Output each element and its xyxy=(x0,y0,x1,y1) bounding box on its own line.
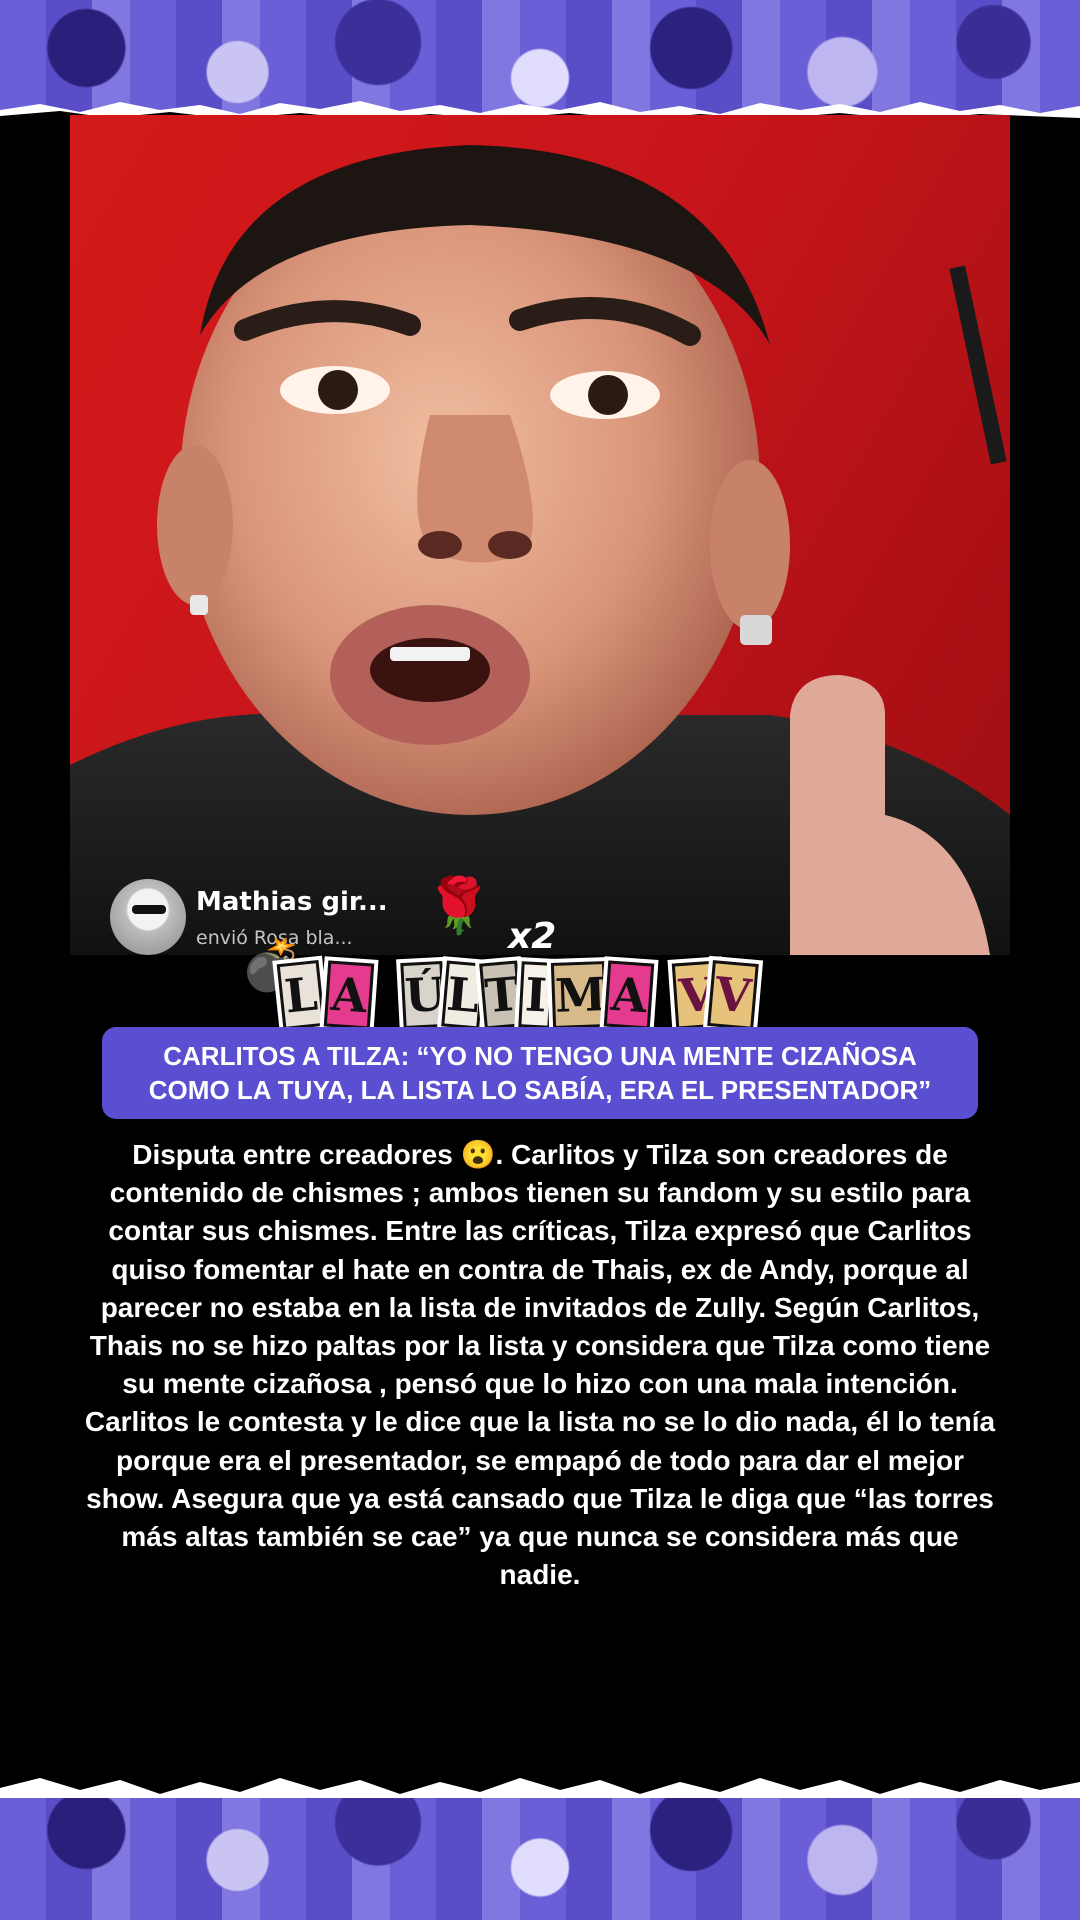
video-frame[interactable]: Mathias gir... envió Rosa bla... 🌹 xyxy=(70,115,1010,955)
gift-sender-avatar[interactable] xyxy=(110,879,186,955)
torn-paper-edge-bottom xyxy=(0,1770,1080,1798)
logo-letter: T xyxy=(479,960,523,1030)
logo-letter: I xyxy=(518,961,554,1029)
la-ultima-vv-logo: 💣 L A Ú L T I M A V V 😯 xyxy=(240,940,840,1035)
gift-sender-name: Mathias gir... xyxy=(196,887,388,917)
headline-box: CARLITOS A TILZA: “YO NO TENGO UNA MENTE… xyxy=(102,1027,978,1119)
logo-letter: L xyxy=(276,959,326,1031)
logo-letter: Ú xyxy=(400,960,447,1030)
headline-text: CARLITOS A TILZA: “YO NO TENGO UNA MENTE… xyxy=(149,1039,931,1107)
bottom-collage-banner xyxy=(0,1770,1080,1920)
headline-line-1: CARLITOS A TILZA: “YO NO TENGO UNA MENTE… xyxy=(163,1041,917,1071)
article-body: Disputa entre creadores 😮. Carlitos y Ti… xyxy=(84,1139,996,1591)
top-collage-banner xyxy=(0,0,1080,120)
logo-letter: L xyxy=(441,960,485,1030)
white-rose-icon: 🌹 xyxy=(425,874,493,937)
logo-letter: A xyxy=(323,960,375,1030)
surprised-face-icon: 😯 xyxy=(772,981,818,1032)
logo-letter: M xyxy=(550,961,608,1029)
logo-letter: V xyxy=(707,960,759,1030)
headline-line-2: COMO LA TUYA, LA LISTA LO SABÍA, ERA EL … xyxy=(148,1075,932,1105)
speaker-portrait xyxy=(70,145,1010,955)
story-page: Mathias gir... envió Rosa bla... 🌹 x2 💣 … xyxy=(0,0,1080,1920)
logo-letter: A xyxy=(603,960,655,1030)
